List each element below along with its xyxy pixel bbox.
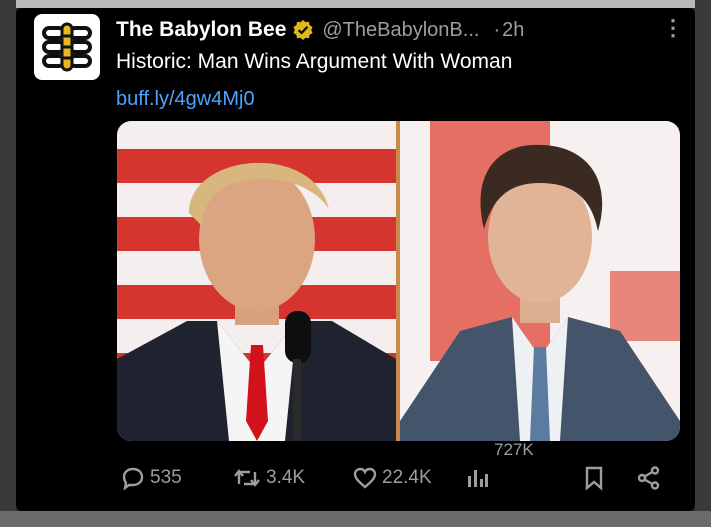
repost-icon: [234, 469, 260, 487]
timestamp[interactable]: 2h: [502, 19, 524, 42]
window-frame-left: [0, 0, 16, 527]
tweet-media[interactable]: [117, 121, 680, 441]
verified-badge-icon: [293, 20, 313, 40]
window-frame-bottom: [0, 511, 711, 527]
babylon-bee-logo-icon: [42, 22, 92, 72]
bookmark-icon: [585, 466, 603, 491]
more-options-icon[interactable]: ⋮: [662, 17, 684, 39]
photo-left[interactable]: [117, 121, 396, 441]
views-chart-icon: [468, 470, 488, 487]
bookmark-button[interactable]: [582, 460, 610, 496]
views-button[interactable]: [464, 460, 494, 496]
window-frame-right: [695, 0, 711, 527]
share-button[interactable]: [636, 460, 666, 496]
views-overlay-count: 727K: [494, 440, 534, 459]
author-name[interactable]: The Babylon Bee: [116, 18, 286, 42]
share-icon: [637, 466, 660, 490]
like-button[interactable]: 22.4K: [352, 460, 432, 496]
reply-count: 535: [150, 467, 182, 488]
tweet-header: The Babylon Bee @TheBabylonB... · 2h: [116, 14, 524, 46]
reply-icon: [122, 467, 144, 490]
tweet-text: Historic: Man Wins Argument With Woman: [116, 50, 513, 73]
avatar[interactable]: [34, 14, 100, 80]
repost-count: 3.4K: [266, 467, 306, 488]
photo-right[interactable]: [400, 121, 680, 441]
tweet-actions: 535 3.4K 22.4K: [16, 460, 695, 496]
window-frame-top: [0, 0, 711, 8]
tweet-link[interactable]: buff.ly/4gw4Mj0: [116, 88, 255, 111]
tweet-card[interactable]: The Babylon Bee @TheBabylonB... · 2h ⋮ H…: [16, 8, 695, 511]
repost-button[interactable]: 3.4K: [232, 460, 305, 496]
separator-dot: ·: [493, 18, 501, 41]
like-count: 22.4K: [382, 467, 432, 488]
heart-icon: [353, 467, 377, 489]
reply-button[interactable]: 535: [120, 460, 182, 496]
author-handle[interactable]: @TheBabylonB...: [322, 19, 479, 42]
